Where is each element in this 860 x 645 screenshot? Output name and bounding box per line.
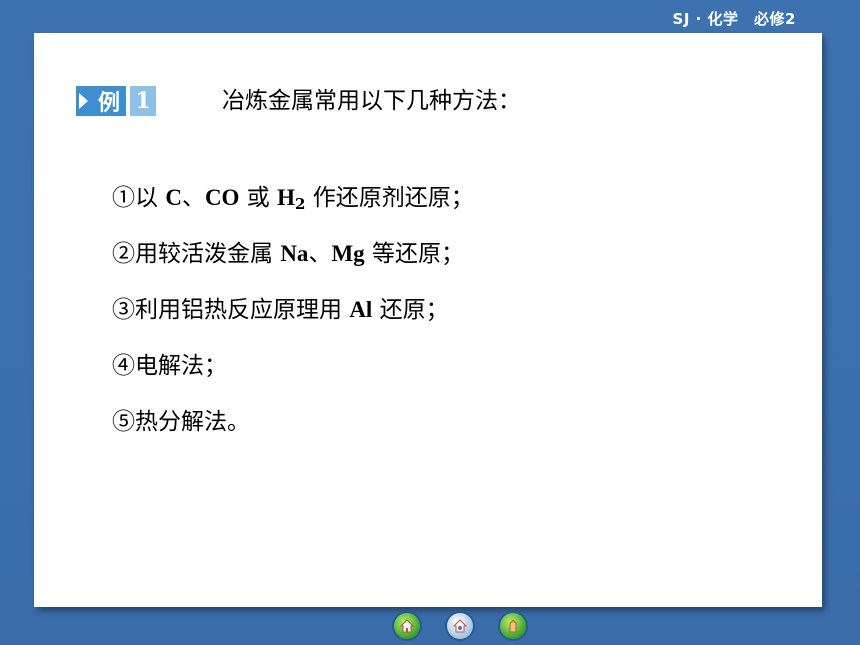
method-item-5: ⑤热分解法。: [112, 409, 250, 435]
method-item-3: ③利用铝热反应原理用 Al 还原；: [112, 297, 449, 323]
example-badge: 例 1: [76, 86, 156, 116]
course-tag: SJ · 化学 必修2: [672, 10, 796, 28]
slide-navigation: [394, 613, 526, 639]
home-icon: [399, 619, 415, 633]
method-item-4: ④电解法；: [112, 353, 227, 379]
method-list: ①以 C、CO 或 H2 作还原剂还原； ②用较活泼金属 Na、Mg 等还原； …: [112, 180, 474, 460]
play-arrow-icon: [76, 86, 92, 116]
method-item-1: ①以 C、CO 或 H2 作还原剂还原；: [112, 185, 474, 213]
globe-icon: [452, 619, 468, 633]
example-badge-label: 例: [92, 86, 126, 116]
example-badge-number: 1: [130, 86, 156, 116]
method-item-2: ②用较活泼金属 Na、Mg 等还原；: [112, 241, 464, 267]
globe-button[interactable]: [447, 613, 473, 639]
hand-icon: [509, 620, 517, 633]
question-lead: 冶炼金属常用以下几种方法：: [222, 88, 521, 114]
home-button[interactable]: [394, 613, 420, 639]
hand-button[interactable]: [500, 613, 526, 639]
